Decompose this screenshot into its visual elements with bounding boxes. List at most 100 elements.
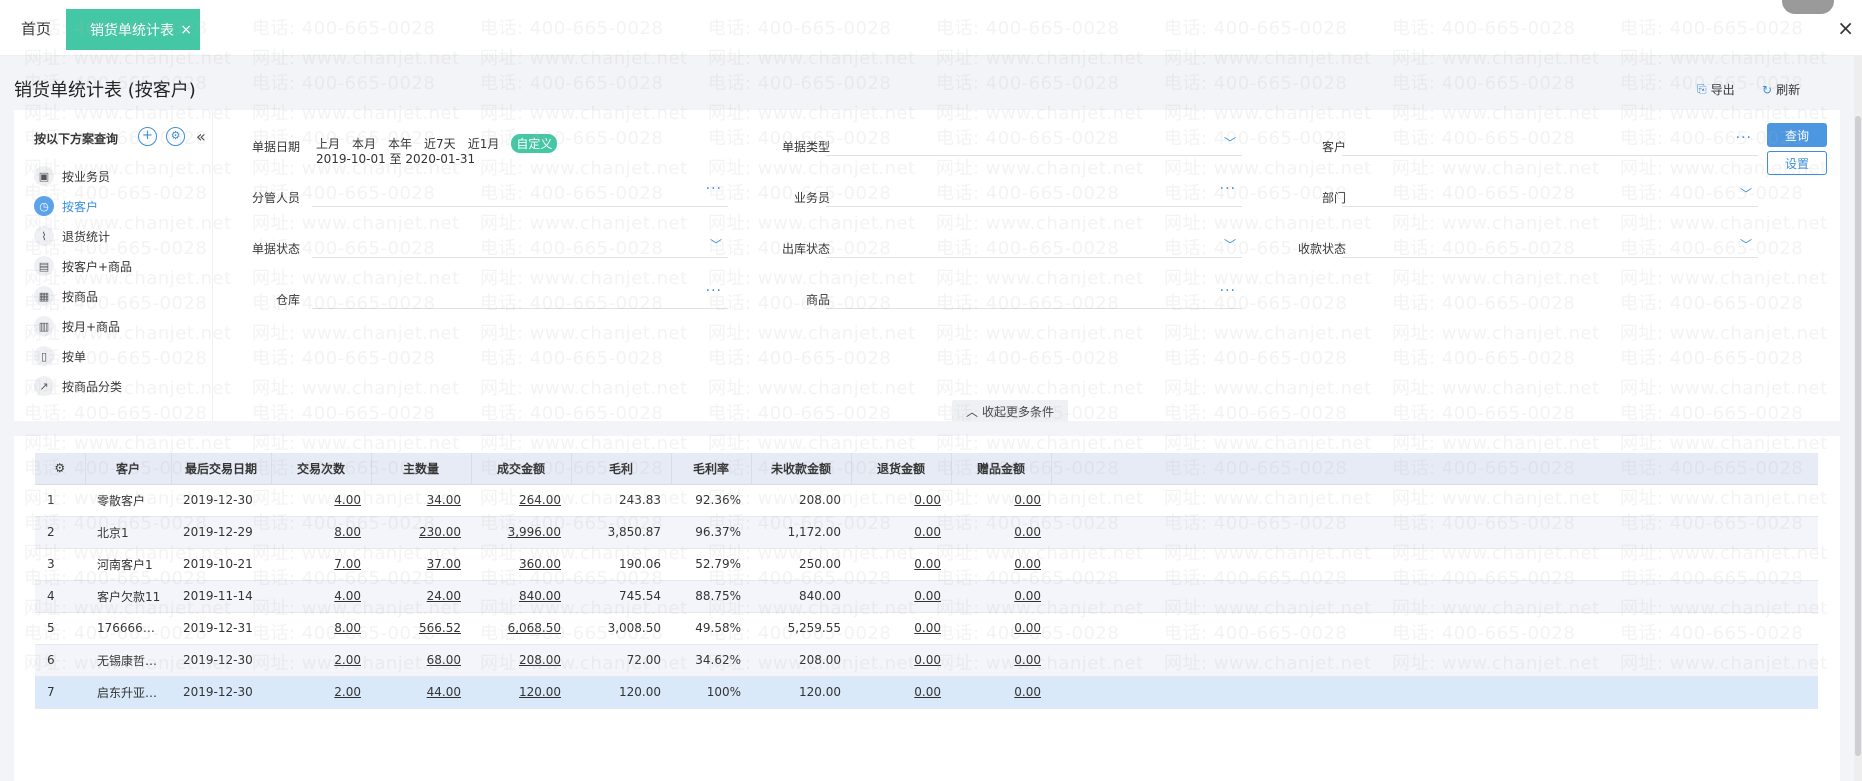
cell-returned[interactable]: 0.00 <box>851 644 951 677</box>
cell-quantity[interactable]: 37.00 <box>371 548 471 581</box>
cell-quantity[interactable]: 230.00 <box>371 516 471 549</box>
tab-sales-stats[interactable]: 销货单统计表 × <box>66 9 200 50</box>
scrollbar[interactable] <box>1854 56 1862 781</box>
collapse-more-button[interactable]: ︿ 收起更多条件 <box>952 400 1069 422</box>
cell-quantity-link[interactable]: 44.00 <box>427 685 461 699</box>
cell-count-link[interactable]: 7.00 <box>334 557 361 571</box>
table-row[interactable]: 7 启东升亚… 2019-12-30 2.00 44.00 120.00 120… <box>35 676 1818 709</box>
col-unpaid[interactable]: 未收款金额 <box>751 453 852 485</box>
settings-button[interactable]: 设置 <box>1767 151 1827 175</box>
cell-returned-link[interactable]: 0.00 <box>914 653 941 667</box>
scheme-item-customer-product[interactable]: ▤ 按客户+商品 <box>34 256 132 276</box>
cell-count-link[interactable]: 2.00 <box>334 685 361 699</box>
scroll-thumb[interactable] <box>1855 116 1861 756</box>
outbound-status-select[interactable]: ﹀ <box>826 234 1242 258</box>
cell-amount[interactable]: 360.00 <box>471 548 571 581</box>
table-row[interactable]: 6 无锡康哲… 2019-12-30 2.00 68.00 208.00 72.… <box>35 644 1818 677</box>
cell-amount-link[interactable]: 264.00 <box>519 493 561 507</box>
scheme-settings-icon[interactable]: ⚙ <box>166 127 185 146</box>
department-select[interactable]: ﹀ <box>1342 183 1758 207</box>
cell-returned-link[interactable]: 0.00 <box>914 557 941 571</box>
collapse-sidebar-icon[interactable]: « <box>196 127 206 146</box>
cell-amount[interactable]: 120.00 <box>471 676 571 709</box>
scheme-item-month-product[interactable]: ▥ 按月+商品 <box>34 316 120 336</box>
cell-quantity[interactable]: 34.00 <box>371 484 471 517</box>
payment-status-select[interactable]: ﹀ <box>1342 234 1758 258</box>
cell-gift[interactable]: 0.00 <box>951 548 1051 581</box>
col-profit-rate[interactable]: 毛利率 <box>671 453 752 485</box>
cell-returned[interactable]: 0.00 <box>851 676 951 709</box>
scheme-item-product-category[interactable]: ↗ 按商品分类 <box>34 376 122 396</box>
query-button[interactable]: 查询 <box>1767 123 1827 147</box>
cell-count[interactable]: 4.00 <box>271 484 371 517</box>
more-icon[interactable]: ··· <box>706 181 722 197</box>
date-range[interactable]: 2019-10-01 至 2020-01-31 <box>316 150 475 167</box>
cell-returned-link[interactable]: 0.00 <box>914 493 941 507</box>
table-row[interactable]: 1 零散客户 2019-12-30 4.00 34.00 264.00 243.… <box>35 484 1818 517</box>
table-row[interactable]: 5 1766666… 2019-12-31 8.00 566.52 6,068.… <box>35 612 1818 645</box>
cell-count[interactable]: 2.00 <box>271 676 371 709</box>
export-button[interactable]: ⎘ 导出 <box>1697 81 1735 98</box>
cell-gift-link[interactable]: 0.00 <box>1014 493 1041 507</box>
date-option-custom[interactable]: 自定义 <box>511 134 558 153</box>
scheme-item-salesman[interactable]: ▣ 按业务员 <box>34 166 110 186</box>
cell-quantity-link[interactable]: 68.00 <box>427 653 461 667</box>
cell-returned[interactable]: 0.00 <box>851 516 951 549</box>
cell-gift[interactable]: 0.00 <box>951 644 1051 677</box>
cell-gift[interactable]: 0.00 <box>951 580 1051 613</box>
scheme-item-product[interactable]: ▦ 按商品 <box>34 286 98 306</box>
window-close-icon[interactable]: × <box>1837 18 1854 38</box>
cell-gift-link[interactable]: 0.00 <box>1014 621 1041 635</box>
col-amount[interactable]: 成交金额 <box>471 453 572 485</box>
col-returned[interactable]: 退货金额 <box>851 453 952 485</box>
cell-count[interactable]: 8.00 <box>271 612 371 645</box>
salesman-field[interactable]: ··· <box>826 181 1242 207</box>
cell-returned[interactable]: 0.00 <box>851 580 951 613</box>
cell-gift-link[interactable]: 0.00 <box>1014 589 1041 603</box>
cell-quantity-link[interactable]: 566.52 <box>419 621 461 635</box>
cell-amount[interactable]: 840.00 <box>471 580 571 613</box>
tab-home[interactable]: 首页 <box>21 18 51 39</box>
table-row[interactable]: 4 客户欠款11 2019-11-14 4.00 24.00 840.00 74… <box>35 580 1818 613</box>
customer-field[interactable]: ··· <box>1342 130 1758 156</box>
cell-returned[interactable]: 0.00 <box>851 484 951 517</box>
cell-quantity[interactable]: 44.00 <box>371 676 471 709</box>
cell-returned[interactable]: 0.00 <box>851 612 951 645</box>
cell-returned-link[interactable]: 0.00 <box>914 685 941 699</box>
cell-returned-link[interactable]: 0.00 <box>914 525 941 539</box>
cell-amount-link[interactable]: 6,068.50 <box>508 621 561 635</box>
cell-gift-link[interactable]: 0.00 <box>1014 685 1041 699</box>
cell-count-link[interactable]: 4.00 <box>334 493 361 507</box>
col-customer[interactable]: 客户 <box>85 453 172 485</box>
cell-quantity[interactable]: 24.00 <box>371 580 471 613</box>
col-quantity[interactable]: 主数量 <box>371 453 472 485</box>
cell-count-link[interactable]: 4.00 <box>334 589 361 603</box>
cell-gift[interactable]: 0.00 <box>951 676 1051 709</box>
tab-close-icon[interactable]: × <box>180 22 192 38</box>
cell-quantity-link[interactable]: 24.00 <box>427 589 461 603</box>
table-row[interactable]: 2 北京1 2019-12-29 8.00 230.00 3,996.00 3,… <box>35 516 1818 549</box>
warehouse-field[interactable]: ··· <box>312 283 728 309</box>
cell-amount[interactable]: 208.00 <box>471 644 571 677</box>
cell-amount[interactable]: 3,996.00 <box>471 516 571 549</box>
add-scheme-icon[interactable]: + <box>138 127 157 146</box>
table-row[interactable]: 3 河南客户1 2019-10-21 7.00 37.00 360.00 190… <box>35 548 1818 581</box>
cell-amount-link[interactable]: 360.00 <box>519 557 561 571</box>
cell-gift[interactable]: 0.00 <box>951 612 1051 645</box>
more-icon[interactable]: ··· <box>1220 181 1236 197</box>
doc-status-select[interactable]: ﹀ <box>312 234 728 258</box>
cell-gift[interactable]: 0.00 <box>951 516 1051 549</box>
cell-count-link[interactable]: 2.00 <box>334 653 361 667</box>
doc-type-select[interactable]: ﹀ <box>826 132 1242 156</box>
cell-amount-link[interactable]: 120.00 <box>519 685 561 699</box>
cell-count-link[interactable]: 8.00 <box>334 621 361 635</box>
cell-gift-link[interactable]: 0.00 <box>1014 653 1041 667</box>
cell-quantity-link[interactable]: 37.00 <box>427 557 461 571</box>
scheme-item-returns[interactable]: ⌇ 退货统计 <box>34 226 110 246</box>
cell-gift-link[interactable]: 0.00 <box>1014 557 1041 571</box>
cell-count[interactable]: 4.00 <box>271 580 371 613</box>
column-settings-icon[interactable]: ⚙ <box>35 453 86 485</box>
col-last-date[interactable]: 最后交易日期 <box>171 453 272 485</box>
cell-count[interactable]: 2.00 <box>271 644 371 677</box>
cell-quantity-link[interactable]: 230.00 <box>419 525 461 539</box>
